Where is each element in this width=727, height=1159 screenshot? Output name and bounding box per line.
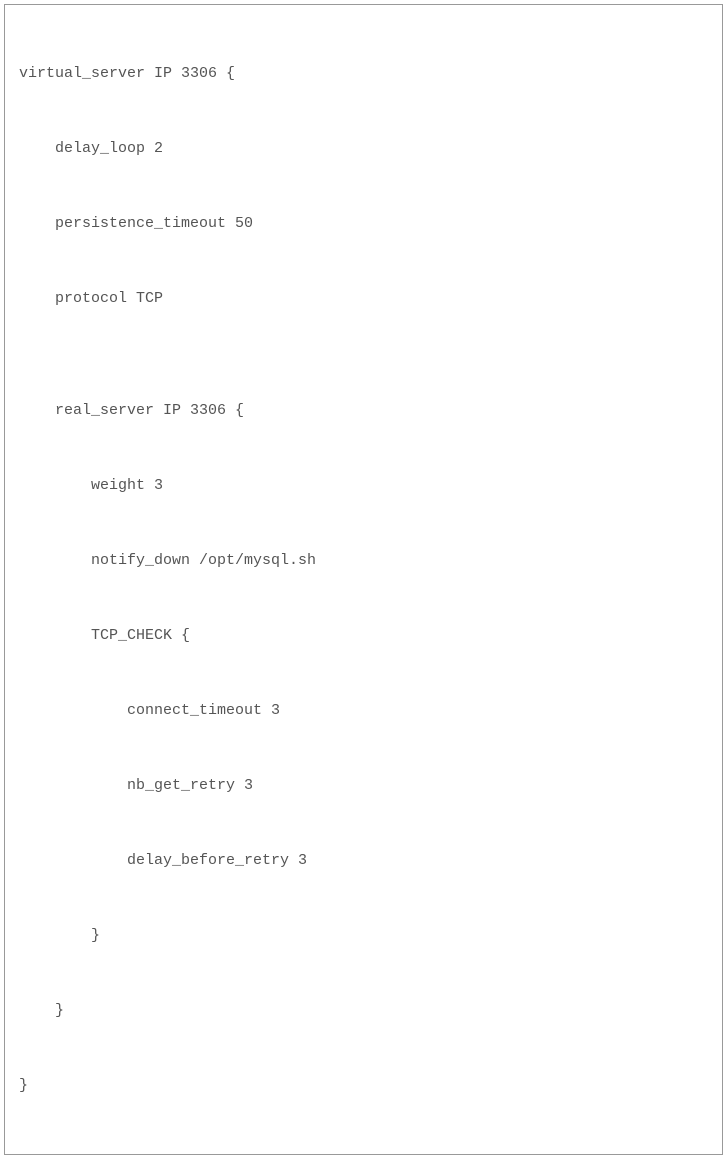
code-line: } [19,1067,708,1105]
code-line: weight 3 [19,467,708,505]
code-line: delay_before_retry 3 [19,842,708,880]
code-line: protocol TCP [19,280,708,318]
code-line: real_server IP 3306 { [19,392,708,430]
code-line: nb_get_retry 3 [19,767,708,805]
code-line: delay_loop 2 [19,130,708,168]
code-line: persistence_timeout 50 [19,205,708,243]
code-line: TCP_CHECK { [19,617,708,655]
code-line: connect_timeout 3 [19,692,708,730]
code-line: virtual_server IP 3306 { [19,55,708,93]
code-line: } [19,917,708,955]
code-line: notify_down /opt/mysql.sh [19,542,708,580]
code-block: virtual_server IP 3306 { delay_loop 2 pe… [4,4,723,1155]
code-line: } [19,992,708,1030]
